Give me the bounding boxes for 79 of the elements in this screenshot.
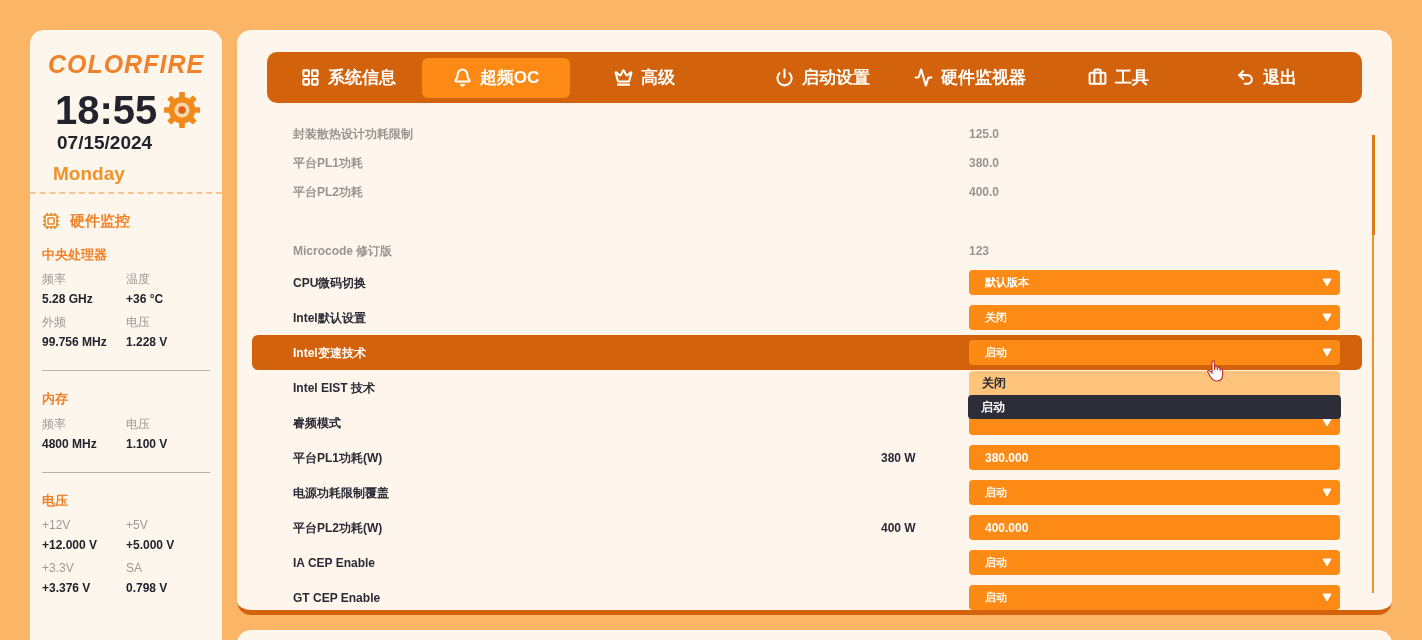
setting-label: 电源功耗限制覆盖 <box>293 484 390 502</box>
metric-value: 0.798 V <box>126 580 169 596</box>
gear-icon <box>163 90 202 129</box>
brand-logo: COLORFIRE <box>46 49 206 80</box>
setting-label: IA CEP Enable <box>293 554 377 572</box>
pulse-icon <box>914 68 933 87</box>
section-title: 硬件监控 <box>70 211 130 231</box>
menu-tab[interactable]: 系统信息 <box>274 57 422 98</box>
metric-label: +12V <box>42 517 72 533</box>
setting-label: Intel EIST 技术 <box>293 379 376 397</box>
clock-time: 18:55 <box>55 87 158 132</box>
input-field[interactable]: 380.000 <box>969 445 1340 470</box>
setting-value: 123 <box>969 242 990 260</box>
select-field[interactable]: 默认版本 <box>969 270 1340 295</box>
menu-tab[interactable]: 超频OC <box>422 57 570 98</box>
metric-value: 1.228 V <box>126 334 169 350</box>
select-field[interactable]: 启动 <box>969 340 1340 365</box>
metric-label: 温度 <box>126 271 151 287</box>
clock-date: 07/15/2024 <box>56 131 154 154</box>
input-field[interactable]: 400.000 <box>969 515 1340 540</box>
menu-tab[interactable]: 工具 <box>1044 57 1192 98</box>
metric-value: +36 °C <box>126 291 165 307</box>
metric-label: SA <box>126 560 143 576</box>
metric-value: 99.756 MHz <box>42 334 108 350</box>
metric-label: 外频 <box>42 314 67 330</box>
caret-icon <box>1322 558 1332 567</box>
setting-value: 125.0 <box>969 125 1000 143</box>
metric-label: 电压 <box>126 314 151 330</box>
toolbox-icon <box>1087 68 1107 87</box>
select-field[interactable]: 启动 <box>969 550 1340 575</box>
setting-value: 380.0 <box>969 154 1000 172</box>
metric-label: 电压 <box>126 415 151 432</box>
metric-value: 1.100 V <box>126 435 169 452</box>
metric-value: +3.376 V <box>42 580 92 596</box>
setting-reading: 400 W <box>881 520 916 535</box>
dropdown-option[interactable]: 关闭 <box>969 371 1340 395</box>
select-field[interactable]: 关闭 <box>969 305 1340 330</box>
caret-icon <box>1322 488 1332 497</box>
metric-value: 5.28 GHz <box>42 291 94 307</box>
chip-icon <box>42 212 60 231</box>
menu-tab[interactable]: 启动设置 <box>748 57 896 98</box>
metric-value: +5.000 V <box>126 537 176 553</box>
metric-value: +12.000 V <box>42 537 99 553</box>
setting-label: 封装散热设计功耗限制 <box>293 125 414 143</box>
power-icon <box>774 68 794 87</box>
setting-label: 平台PL2功耗(W) <box>293 519 384 537</box>
metric-label: +3.3V <box>42 560 75 576</box>
menu-tab[interactable]: 硬件监视器 <box>896 57 1044 98</box>
group-title: 电压 <box>42 491 69 510</box>
setting-label: Intel默认设置 <box>293 309 367 327</box>
bell-icon <box>452 68 472 87</box>
caret-icon <box>1322 313 1332 322</box>
setting-reading: 380 W <box>881 450 916 465</box>
setting-value: 400.0 <box>969 183 1000 201</box>
select-field[interactable]: 启动 <box>969 480 1340 505</box>
group-title: 内存 <box>42 390 69 408</box>
dropdown-option[interactable]: 启动 <box>968 395 1341 419</box>
setting-label: 平台PL1功耗 <box>293 154 364 172</box>
grid-icon <box>300 68 320 87</box>
metric-label: 频率 <box>42 415 67 432</box>
menu-tab[interactable]: 退出 <box>1192 57 1340 98</box>
setting-label: 平台PL2功耗 <box>293 183 364 201</box>
caret-icon <box>1322 278 1332 287</box>
setting-label: CPU微码切换 <box>293 274 368 292</box>
setting-label: Intel变速技术 <box>293 344 367 362</box>
crown-icon <box>613 68 633 87</box>
weekday: Monday <box>52 161 126 186</box>
metric-label: +5V <box>126 517 149 533</box>
metric-value: 4800 MHz <box>42 435 98 452</box>
metric-label: 频率 <box>42 271 67 287</box>
setting-label: 平台PL1功耗(W) <box>293 449 384 467</box>
setting-label: GT CEP Enable <box>293 589 382 607</box>
undo-icon <box>1235 68 1255 87</box>
group-title: 中央处理器 <box>42 245 108 264</box>
caret-icon <box>1322 593 1332 602</box>
caret-icon <box>1322 348 1332 357</box>
menu-tab[interactable]: 高级 <box>570 57 718 98</box>
select-field[interactable]: 启动 <box>969 585 1340 610</box>
setting-label: Microcode 修订版 <box>293 242 394 260</box>
